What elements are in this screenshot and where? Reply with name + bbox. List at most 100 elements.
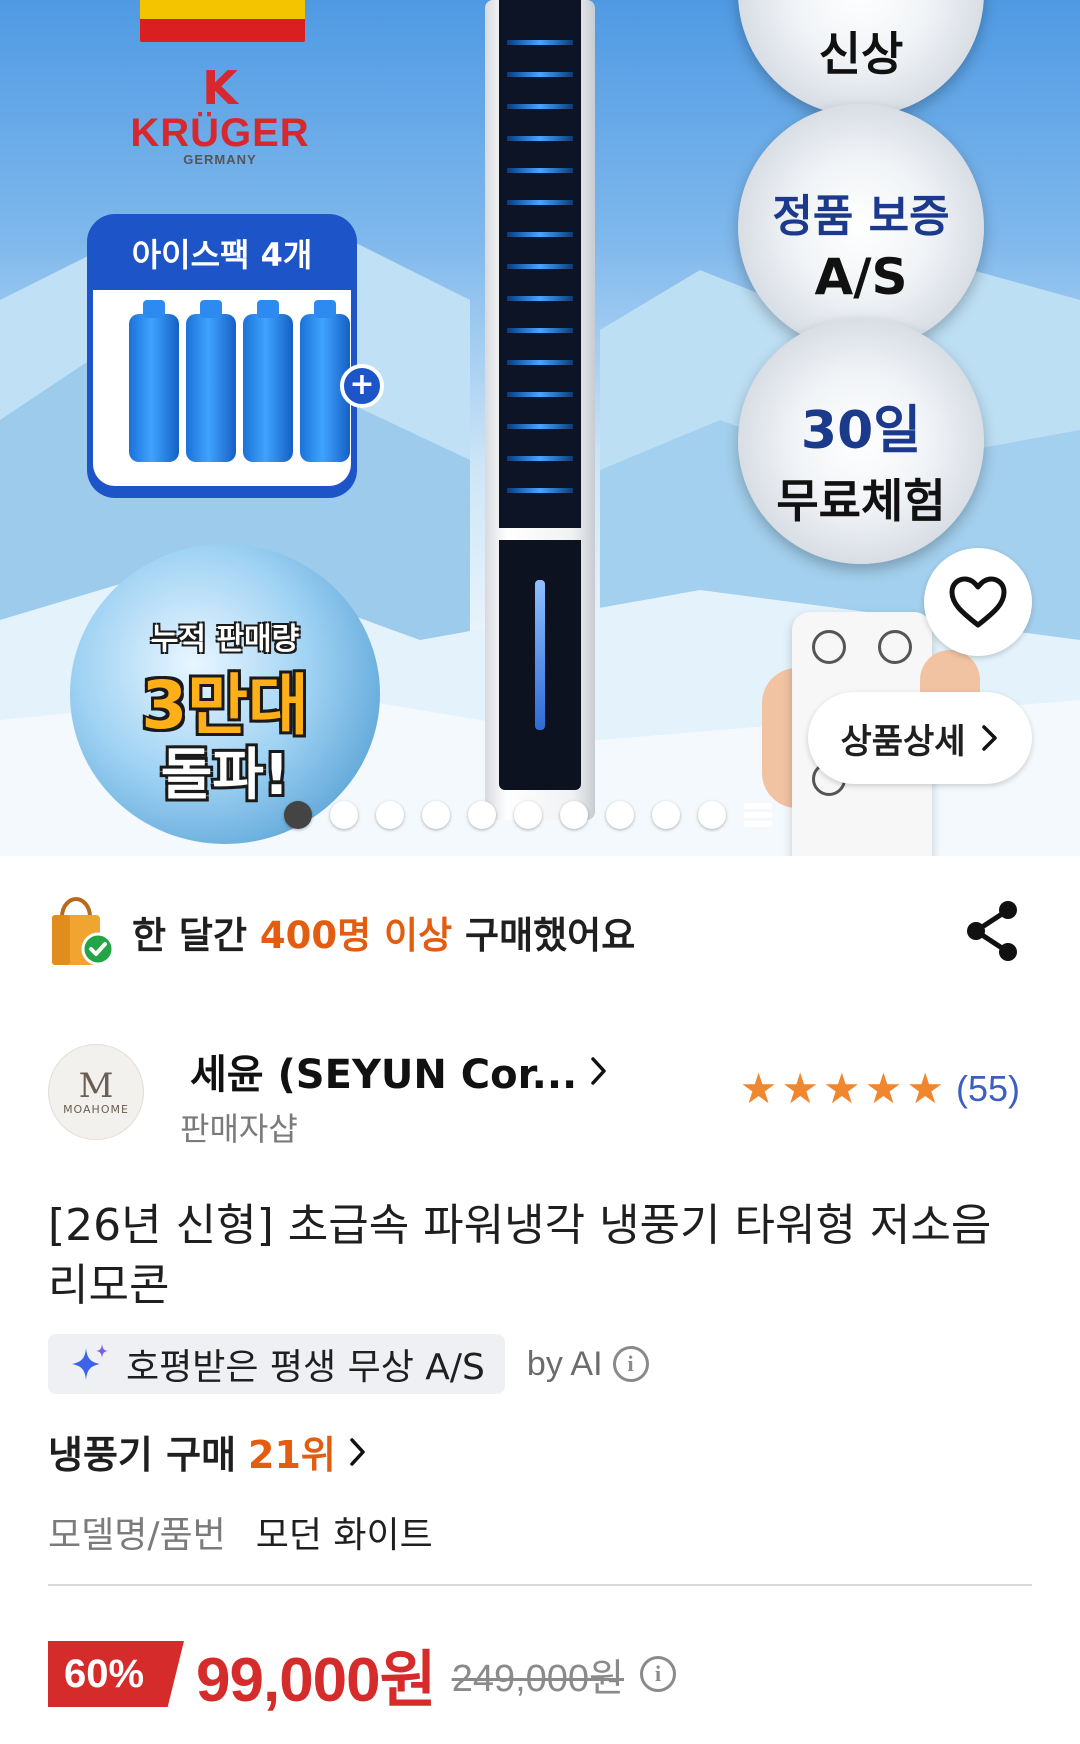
product-detail-label: 상품상세 — [840, 721, 966, 762]
icepack-panel — [93, 290, 351, 486]
fan-slat — [507, 264, 573, 269]
badge-trial-days: 30일 — [800, 401, 922, 461]
review-count[interactable]: (55) — [956, 1068, 1020, 1110]
price-row: 60% 99,000원 249,000원 i — [48, 1640, 677, 1715]
carousel-dot[interactable] — [514, 801, 542, 829]
purchase-notice: 한 달간 400명 이상 구매했어요 — [48, 892, 1038, 972]
model-label: 모델명/품번 — [48, 1515, 226, 1556]
product-image-carousel[interactable]: K KRÜGER GERMANY 아이스팩 4개 + 신상 정품 보증 A/S … — [0, 0, 1080, 856]
fan-slat — [507, 168, 573, 173]
info-icon[interactable]: i — [612, 1346, 649, 1382]
badge-new-text: 신상 — [818, 27, 904, 81]
fan-slat — [507, 456, 573, 461]
germany-flag — [140, 0, 305, 42]
star-icon: ★ — [781, 1064, 819, 1113]
icepack-title: 아이스팩 4개 — [131, 236, 313, 274]
seller-logo-mark: M — [78, 1065, 114, 1106]
fan-slat — [507, 328, 573, 333]
sparkle-icon — [72, 1344, 108, 1380]
carousel-indicator[interactable] — [284, 800, 772, 830]
badge-warranty-text: 정품 보증 — [772, 191, 950, 242]
icepack-promo: 아이스팩 4개 — [87, 214, 357, 498]
chevron-right-icon — [981, 725, 997, 751]
chevron-right-icon — [350, 1437, 365, 1466]
product-title: [26년 신형] 초급속 파워냉각 냉풍기 타워형 저소음 리모콘 — [48, 1200, 992, 1311]
seller-name-link[interactable]: 세윤 (SEYUN Cor... — [190, 1042, 609, 1100]
ai-summary-pill[interactable]: 호평받은 평생 무상 A/S — [48, 1334, 505, 1394]
power-button-image — [812, 630, 846, 664]
star-icon: ★ — [864, 1064, 903, 1113]
product-detail-button[interactable]: 상품상세 — [808, 692, 1032, 784]
icepack-bottle — [243, 300, 293, 462]
seller-logo-text: MOAHOME — [63, 1102, 129, 1116]
brand-logo: K KRÜGER GERMANY — [120, 62, 320, 167]
carousel-dot[interactable] — [284, 801, 312, 829]
fan-slat — [507, 296, 573, 301]
purchase-prefix: 한 달간 — [132, 914, 248, 957]
sales-record-badge: 누적 판매량 3만대 돌파! — [70, 544, 380, 844]
model-info: 모델명/품번 모던 화이트 — [48, 1506, 433, 1558]
shopping-bag-check-icon — [48, 896, 115, 967]
water-level-window — [535, 580, 545, 730]
divider — [48, 1584, 1032, 1586]
purchase-notice-text: 한 달간 400명 이상 구매했어요 — [132, 905, 635, 959]
fan-slat — [507, 136, 573, 141]
star-icon: ★ — [823, 1064, 861, 1113]
carousel-dot[interactable] — [376, 801, 404, 829]
fan-slat — [507, 360, 573, 365]
fan-slat — [507, 392, 573, 397]
heart-icon — [949, 576, 1007, 628]
wishlist-button[interactable] — [924, 548, 1032, 656]
badge-warranty: 정품 보증 A/S — [738, 104, 984, 350]
fan-water-tank — [499, 540, 581, 790]
ai-attribution[interactable]: by AI i — [527, 1345, 649, 1384]
seller-name: 세윤 (SEYUN Cor... — [190, 1052, 578, 1098]
fan-slat — [507, 200, 573, 205]
seller-shop-label: 판매자샵 — [180, 1110, 298, 1148]
chevron-right-icon — [591, 1057, 606, 1085]
fan-slat — [507, 424, 573, 429]
rank-value: 21위 — [248, 1433, 336, 1477]
fan-slat — [507, 488, 573, 493]
icepack-bottle — [129, 300, 179, 462]
mode-button-image — [878, 630, 912, 664]
brand-name: KRÜGER — [130, 111, 310, 155]
fan-grille — [499, 0, 581, 528]
category-rank-link[interactable]: 냉풍기 구매 21위 — [48, 1424, 368, 1479]
original-price: 249,000원 — [451, 1657, 625, 1700]
badge-warranty-as: A/S — [814, 248, 908, 306]
fan-slat — [507, 232, 573, 237]
carousel-more-icon[interactable] — [744, 801, 772, 829]
sales-breakthrough: 돌파! — [160, 743, 290, 808]
model-value: 모던 화이트 — [255, 1515, 433, 1556]
info-icon[interactable]: i — [640, 1656, 677, 1692]
seller-row[interactable]: M MOAHOME 세윤 (SEYUN Cor... 판매자샵 ★ ★ ★ ★ … — [48, 1042, 1038, 1152]
fan-slat — [507, 72, 573, 77]
plus-icon: + — [340, 364, 384, 408]
share-button[interactable] — [964, 900, 1020, 966]
carousel-dot[interactable] — [652, 801, 680, 829]
carousel-dot[interactable] — [330, 801, 358, 829]
carousel-dot[interactable] — [468, 801, 496, 829]
purchase-highlight: 400명 이상 — [259, 914, 453, 957]
fan-slat — [507, 104, 573, 109]
review-rating[interactable]: ★ ★ ★ ★ ★ (55) — [740, 1068, 1020, 1110]
sale-price: 99,000원 — [196, 1646, 437, 1715]
icepack-bottle — [186, 300, 236, 462]
discount-badge: 60% — [48, 1641, 184, 1707]
ai-summary-row: 호평받은 평생 무상 A/S by AI i — [48, 1334, 649, 1394]
star-icon: ★ — [739, 1064, 778, 1113]
carousel-dot[interactable] — [560, 801, 588, 829]
ai-summary-text: 호평받은 평생 무상 A/S — [126, 1347, 485, 1388]
badge-trial: 30일 무료체험 — [738, 318, 984, 564]
carousel-dot[interactable] — [698, 801, 726, 829]
seller-logo[interactable]: M MOAHOME — [48, 1044, 144, 1140]
rank-label: 냉풍기 구매 — [48, 1433, 237, 1477]
share-icon — [967, 901, 1017, 961]
star-icon: ★ — [906, 1064, 944, 1113]
fan-slat — [507, 40, 573, 45]
badge-trial-text: 무료체험 — [776, 474, 946, 528]
tower-fan-product — [485, 0, 595, 820]
carousel-dot[interactable] — [422, 801, 450, 829]
carousel-dot[interactable] — [606, 801, 634, 829]
